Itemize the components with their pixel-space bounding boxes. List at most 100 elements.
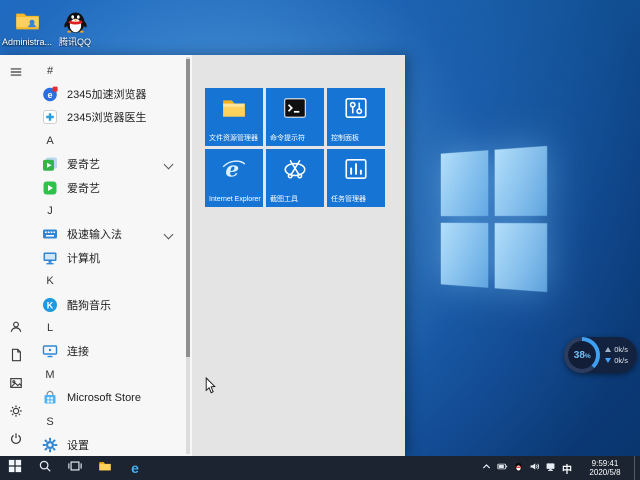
qq-tray-icon bbox=[513, 459, 524, 477]
tray-network-button[interactable] bbox=[542, 456, 558, 480]
tray-chevron-up-button[interactable] bbox=[478, 456, 494, 480]
task-view-button[interactable] bbox=[60, 456, 90, 480]
app-list-section-m[interactable]: M bbox=[32, 363, 184, 386]
network-rates: 0k/s 0k/s bbox=[605, 345, 628, 365]
folder-icon bbox=[98, 459, 112, 478]
tile-task-manager[interactable]: 任务管理器 bbox=[327, 149, 385, 207]
windows-logo-pane bbox=[440, 222, 488, 288]
volume-icon bbox=[529, 459, 540, 477]
start-menu: # e 2345加速浏览器 2345浏览器医生 A 爱奇艺 爱奇艺 J 极速输入… bbox=[0, 55, 405, 456]
picture-icon bbox=[9, 376, 23, 395]
documents-button[interactable] bbox=[0, 344, 32, 370]
iqiyi-icon bbox=[42, 180, 58, 196]
windows-logo bbox=[440, 145, 548, 293]
power-icon bbox=[9, 432, 23, 451]
tray-volume-button[interactable] bbox=[526, 456, 542, 480]
tile-control-panel[interactable]: 控制面板 bbox=[327, 88, 385, 146]
battery-icon bbox=[496, 459, 508, 477]
app-list-group-iqiyi[interactable]: 爱奇艺 bbox=[32, 153, 184, 176]
taskbar-clock[interactable]: 9:59:41 2020/5/8 bbox=[579, 459, 631, 477]
taskbar: e 中 9:59:41 2020/5/8 bbox=[0, 456, 640, 480]
start-button[interactable] bbox=[0, 456, 30, 480]
start-menu-app-list: # e 2345加速浏览器 2345浏览器医生 A 爱奇艺 爱奇艺 J 极速输入… bbox=[32, 59, 184, 457]
power-button[interactable] bbox=[0, 428, 32, 454]
tile-internet-explorer[interactable]: e Internet Explorer bbox=[205, 149, 263, 207]
app-list-section-a[interactable]: A bbox=[32, 129, 184, 152]
network-icon bbox=[545, 459, 556, 477]
2345-doctor-icon bbox=[42, 109, 58, 125]
app-list-item-microsoft-store[interactable]: Microsoft Store bbox=[32, 386, 184, 409]
network-speed-widget[interactable]: 38 % 0k/s 0k/s bbox=[564, 337, 637, 373]
user-icon bbox=[9, 320, 23, 339]
taskbar-search-button[interactable] bbox=[30, 456, 60, 480]
svg-text:K: K bbox=[47, 300, 54, 310]
taskbar-edge-button[interactable]: e bbox=[120, 456, 150, 480]
tray-qq-button[interactable] bbox=[510, 456, 526, 480]
clock-date: 2020/5/8 bbox=[589, 468, 621, 477]
show-desktop-button[interactable] bbox=[634, 456, 640, 480]
taskbar-file-explorer-button[interactable] bbox=[90, 456, 120, 480]
memory-usage-value: 38 % bbox=[568, 341, 597, 369]
app-list-item-kugou-music[interactable]: K 酷狗音乐 bbox=[32, 293, 184, 316]
iqiyi-group-icon bbox=[42, 156, 58, 172]
app-list-item-computer[interactable]: 计算机 bbox=[32, 246, 184, 269]
kugou-music-icon: K bbox=[42, 297, 58, 313]
control-panel-icon bbox=[343, 95, 369, 121]
windows-logo-pane bbox=[494, 145, 548, 216]
connect-icon bbox=[42, 343, 58, 359]
app-list-item-connect[interactable]: 连接 bbox=[32, 340, 184, 363]
app-list-item-settings[interactable]: 设置 bbox=[32, 433, 184, 456]
tile-grid: 文件资源管理器 命令提示符 控制面板 e Internet Explorer 截… bbox=[205, 88, 385, 207]
command-prompt-icon bbox=[282, 95, 308, 121]
2345-browser-icon: e bbox=[42, 86, 58, 102]
settings-rail-button[interactable] bbox=[0, 400, 32, 426]
start-menu-rail bbox=[0, 55, 32, 456]
start-menu-app-panel: # e 2345加速浏览器 2345浏览器医生 A 爱奇艺 爱奇艺 J 极速输入… bbox=[0, 55, 192, 456]
app-list-item-2345-doctor[interactable]: 2345浏览器医生 bbox=[32, 106, 184, 129]
edge-icon: e bbox=[131, 460, 139, 476]
app-list-item-iqiyi[interactable]: 爱奇艺 bbox=[32, 176, 184, 199]
clock-time: 9:59:41 bbox=[591, 459, 619, 468]
app-list-section-j[interactable]: J bbox=[32, 199, 184, 222]
tray-battery-button[interactable] bbox=[494, 456, 510, 480]
memory-usage-ring: 38 % bbox=[564, 337, 601, 373]
app-list-section-hash[interactable]: # bbox=[32, 59, 184, 82]
expand-menu-button[interactable] bbox=[0, 61, 32, 87]
desktop-icon-administrator[interactable]: Administra... bbox=[2, 8, 53, 47]
desktop-icon-label: 腾讯QQ bbox=[58, 37, 91, 47]
upload-rate: 0k/s bbox=[605, 345, 628, 354]
microsoft-store-icon bbox=[42, 390, 58, 406]
search-icon bbox=[38, 459, 52, 478]
computer-icon bbox=[42, 250, 58, 266]
internet-explorer-icon: e bbox=[221, 156, 247, 182]
desktop-icon-tencent-qq[interactable]: 腾讯QQ bbox=[51, 8, 99, 47]
task-view-icon bbox=[68, 459, 82, 478]
chevron-up-icon bbox=[481, 459, 492, 477]
desktop-icon-label: Administra... bbox=[2, 37, 53, 47]
windows-logo-icon bbox=[8, 459, 22, 478]
keyboard-icon bbox=[42, 226, 58, 242]
gear-icon bbox=[9, 404, 23, 423]
tile-file-explorer[interactable]: 文件资源管理器 bbox=[205, 88, 263, 146]
arrow-up-icon bbox=[605, 347, 612, 352]
pictures-button[interactable] bbox=[0, 372, 32, 398]
chevron-down-icon bbox=[163, 159, 174, 170]
task-manager-icon bbox=[343, 156, 369, 182]
app-list-scrollbar[interactable] bbox=[186, 57, 190, 454]
qq-penguin-icon bbox=[62, 8, 89, 35]
input-method-indicator[interactable]: 中 bbox=[558, 461, 576, 476]
user-folder-icon bbox=[14, 8, 41, 35]
app-list-item-2345-browser[interactable]: e 2345加速浏览器 bbox=[32, 82, 184, 105]
app-list-section-l[interactable]: L bbox=[32, 316, 184, 339]
tile-snipping-tool[interactable]: 截图工具 bbox=[266, 149, 324, 207]
user-account-button[interactable] bbox=[0, 316, 32, 342]
mouse-cursor bbox=[205, 376, 217, 396]
system-tray: 中 9:59:41 2020/5/8 bbox=[478, 456, 640, 480]
settings-gear-icon bbox=[42, 437, 58, 453]
app-list-section-s[interactable]: S bbox=[32, 410, 184, 433]
tile-command-prompt[interactable]: 命令提示符 bbox=[266, 88, 324, 146]
scrollbar-thumb[interactable] bbox=[186, 59, 190, 357]
app-list-section-k[interactable]: K bbox=[32, 270, 184, 293]
hamburger-icon bbox=[9, 65, 23, 84]
app-list-group-jisu-ime[interactable]: 极速输入法 bbox=[32, 223, 184, 246]
